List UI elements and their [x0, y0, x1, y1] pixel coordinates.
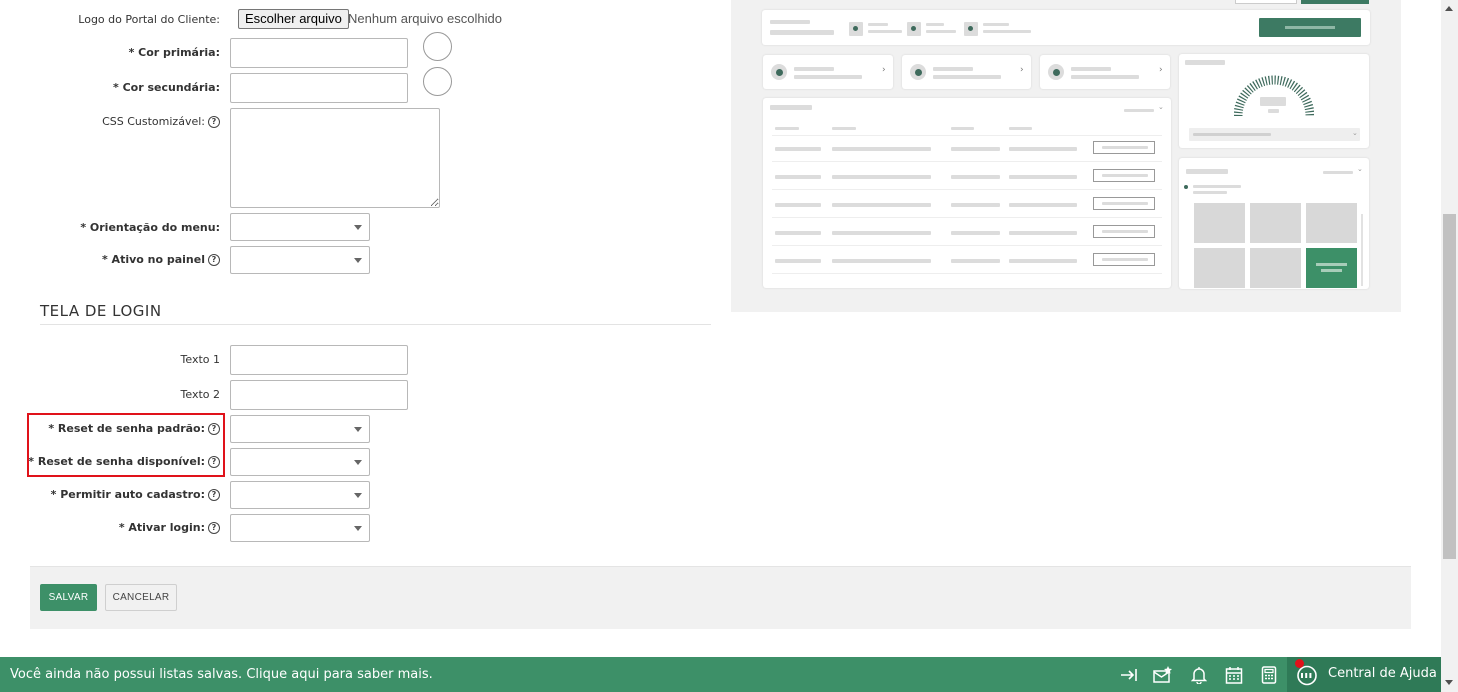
primary-color-input[interactable]: [230, 38, 408, 68]
chevron-down-icon: [354, 460, 362, 465]
custom-css-textarea[interactable]: [230, 108, 440, 208]
chevron-down-icon: [354, 526, 362, 531]
text2-label: Texto 2: [180, 388, 220, 401]
primary-color-label: * Cor primária:: [128, 46, 220, 59]
cancel-button[interactable]: CANCELAR: [105, 584, 177, 611]
preview-header-card: [762, 10, 1370, 45]
secondary-color-label: * Cor secundária:: [113, 81, 220, 94]
help-icon[interactable]: ?: [208, 253, 220, 266]
auto-register-select[interactable]: [230, 481, 370, 509]
saved-lists-message[interactable]: Você ainda não possui listas salvas. Cli…: [10, 667, 433, 682]
help-icon[interactable]: ?: [208, 488, 220, 501]
auto-register-label: * Permitir auto cadastro:?: [51, 488, 220, 501]
choose-file-button[interactable]: Escolher arquivo: [238, 9, 349, 29]
help-icon[interactable]: ?: [208, 521, 220, 534]
menu-orientation-label: * Orientação do menu:: [80, 221, 220, 234]
portal-preview: › › › ⌄ ⌄ ⌄: [731, 0, 1401, 312]
secondary-color-input[interactable]: [230, 73, 408, 103]
chevron-down-icon: [354, 258, 362, 263]
calendar-icon[interactable]: [1224, 665, 1244, 685]
notification-badge: [1295, 659, 1304, 668]
saved-lists-bar[interactable]: Você ainda não possui listas salvas. Cli…: [0, 657, 1441, 692]
chevron-down-icon: [354, 225, 362, 230]
reset-default-select[interactable]: [230, 415, 370, 443]
help-icon[interactable]: ?: [208, 115, 220, 128]
scrollbar-thumb[interactable]: [1443, 214, 1456, 559]
primary-color-swatch[interactable]: [423, 32, 452, 61]
scroll-up-arrow-icon[interactable]: [1445, 6, 1453, 11]
help-center-button[interactable]: Central de Ajuda: [1287, 657, 1441, 692]
text2-input[interactable]: [230, 380, 408, 410]
custom-css-label: CSS Customizável:?: [102, 115, 220, 128]
bell-icon[interactable]: [1189, 665, 1209, 685]
file-status-text: Nenhum arquivo escolhido: [348, 11, 502, 26]
login-section-title: TELA DE LOGIN: [40, 302, 162, 320]
menu-orientation-select[interactable]: [230, 213, 370, 241]
active-panel-label: * Ativo no painel?: [102, 253, 220, 266]
enable-login-select[interactable]: [230, 514, 370, 542]
reset-available-select[interactable]: [230, 448, 370, 476]
scroll-down-arrow-icon[interactable]: [1445, 680, 1453, 685]
logo-label: Logo do Portal do Cliente:: [78, 13, 220, 26]
preview-table-card: ⌄: [763, 98, 1171, 288]
mail-star-icon[interactable]: [1153, 665, 1173, 685]
text1-label: Texto 1: [180, 353, 220, 366]
chevron-down-icon: [354, 427, 362, 432]
calculator-icon[interactable]: [1259, 665, 1279, 685]
text1-input[interactable]: [230, 345, 408, 375]
form-actions-bar: [30, 566, 1411, 629]
help-center-label[interactable]: Central de Ajuda: [1328, 666, 1437, 681]
section-divider: [40, 324, 711, 325]
save-button[interactable]: SALVAR: [40, 584, 97, 611]
secondary-color-swatch[interactable]: [423, 67, 452, 96]
highlight-box: [27, 413, 225, 477]
chevron-down-icon: [354, 493, 362, 498]
active-panel-select[interactable]: [230, 246, 370, 274]
collapse-icon[interactable]: [1119, 665, 1139, 685]
enable-login-label: * Ativar login:?: [119, 521, 220, 534]
